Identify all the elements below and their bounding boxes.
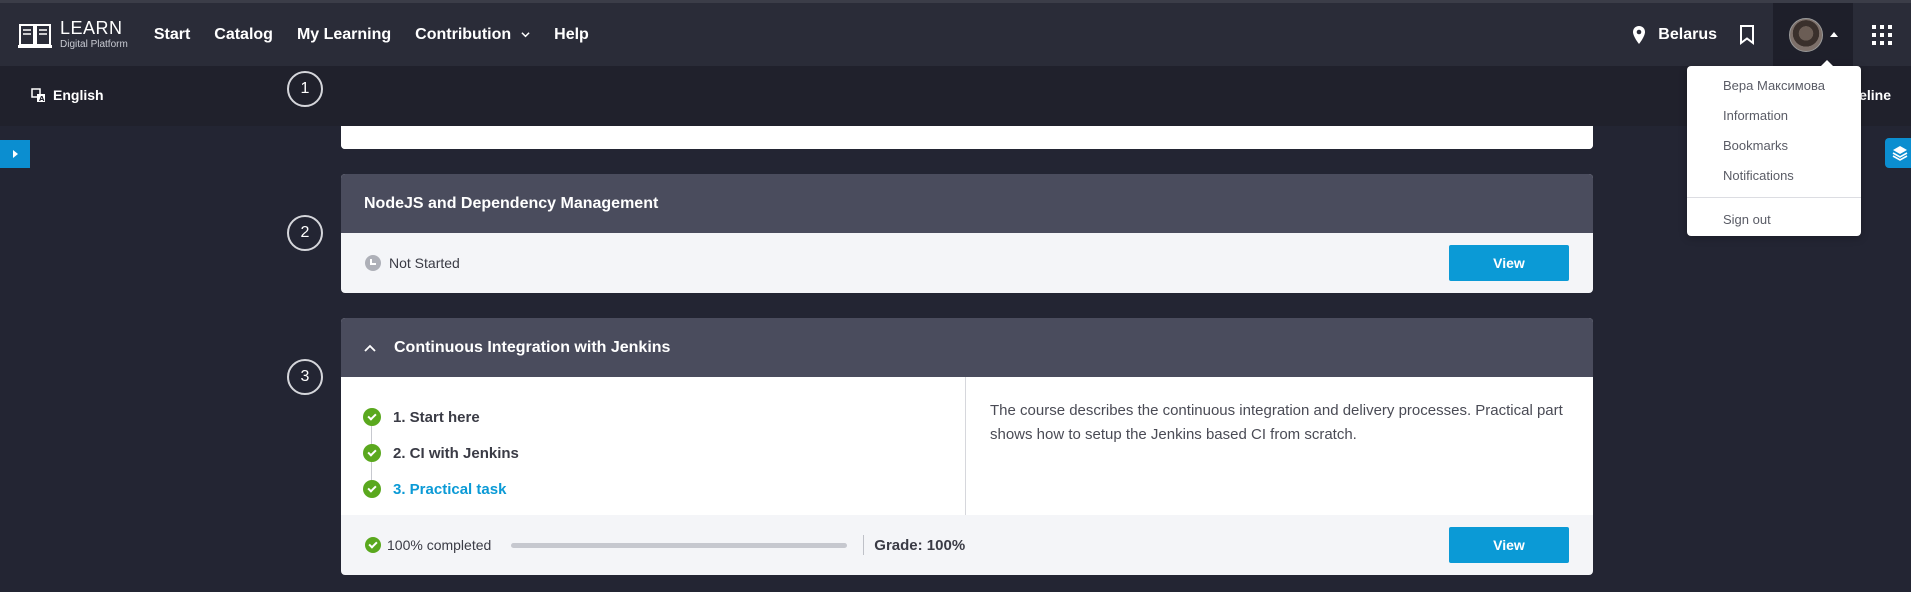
nav-contribution-label: Contribution: [415, 25, 512, 43]
chevron-right-icon: [12, 150, 18, 158]
module-header[interactable]: NodeJS and Dependency Management: [341, 174, 1593, 233]
view-button[interactable]: View: [1449, 245, 1569, 281]
module-description: The course describes the continuous inte…: [990, 402, 1563, 443]
menu-item-notifications[interactable]: Notifications: [1687, 161, 1861, 191]
check-circle-icon: [363, 444, 381, 462]
module-title: Continuous Integration with Jenkins: [394, 338, 671, 356]
module-footer: Not Started View: [341, 233, 1593, 293]
menu-item-bookmarks[interactable]: Bookmarks: [1687, 131, 1861, 161]
layers-panel-button[interactable]: [1885, 138, 1911, 168]
step-1: 1: [287, 71, 323, 107]
check-circle-icon: [363, 408, 381, 426]
location-pin-icon: [1633, 25, 1646, 44]
lesson-item[interactable]: 2. CI with Jenkins: [363, 435, 965, 471]
main-nav: Start Catalog My Learning Contribution H…: [154, 26, 613, 44]
step-3: 3: [287, 359, 323, 395]
user-name: Вера Максимова: [1723, 78, 1825, 93]
language-selector[interactable]: A English: [31, 87, 104, 103]
nav-my-learning[interactable]: My Learning: [297, 26, 391, 44]
completion-text: 100% completed: [387, 537, 492, 553]
module-header[interactable]: Continuous Integration with Jenkins: [341, 318, 1593, 377]
module-status: Not Started: [389, 255, 460, 271]
location-label: Belarus: [1658, 25, 1717, 43]
view-button[interactable]: View: [1449, 527, 1569, 563]
menu-item-information[interactable]: Information: [1687, 101, 1861, 131]
clock-icon: [365, 255, 381, 271]
chevron-up-icon[interactable]: [364, 344, 376, 352]
bookmark-icon[interactable]: [1739, 24, 1755, 45]
nav-help[interactable]: Help: [554, 26, 589, 44]
nav-start[interactable]: Start: [154, 26, 190, 44]
logo-subtitle: Digital Platform: [60, 39, 128, 50]
location-selector[interactable]: Belarus: [1632, 25, 1717, 44]
user-dropdown-menu: Вера Максимова Information Bookmarks Not…: [1687, 60, 1861, 236]
lesson-item[interactable]: 1. Start here: [363, 399, 965, 435]
avatar: [1788, 17, 1823, 52]
progress-fill: [511, 542, 848, 548]
nav-catalog-label: Catalog: [214, 25, 273, 43]
translate-icon: A: [31, 87, 45, 103]
top-navigation-bar: LEARN Digital Platform Start Catalog My …: [0, 0, 1911, 66]
step-2: 2: [287, 215, 323, 251]
module-title: NodeJS and Dependency Management: [364, 194, 659, 212]
logo[interactable]: LEARN Digital Platform: [18, 19, 128, 50]
timeline-link[interactable]: eline: [1859, 87, 1891, 103]
grade-text: Grade: 100%: [874, 536, 966, 554]
nav-start-label: Start: [153, 25, 191, 43]
lesson-item-active[interactable]: 3. Practical task: [363, 471, 965, 507]
language-label: English: [53, 87, 104, 103]
apps-launcher[interactable]: [1853, 3, 1911, 66]
book-icon: [18, 23, 52, 48]
module-card-3: Continuous Integration with Jenkins 1. S…: [341, 318, 1593, 575]
user-menu-toggle[interactable]: [1773, 3, 1853, 66]
chevron-down-icon: [521, 32, 530, 38]
logo-title: LEARN: [60, 18, 123, 38]
menu-divider: [1687, 197, 1861, 198]
svg-text:A: A: [39, 95, 45, 103]
nav-my-learning-label: My Learning: [296, 25, 392, 43]
grid-icon: [1872, 24, 1892, 45]
secondary-bar: A English eline: [0, 66, 1911, 126]
expand-sidebar-button[interactable]: [0, 140, 30, 168]
module-card-2: NodeJS and Dependency Management Not Sta…: [341, 174, 1593, 293]
check-circle-icon: [365, 537, 381, 553]
nav-contribution[interactable]: Contribution: [415, 26, 530, 44]
lesson-label: 1. Start here: [393, 408, 480, 426]
sign-out-link[interactable]: Sign out: [1687, 205, 1861, 235]
lesson-list: 1. Start here 2. CI with Jenkins 3. Prac…: [341, 377, 966, 515]
check-circle-icon: [363, 480, 381, 498]
lesson-label: 2. CI with Jenkins: [393, 444, 519, 462]
progress-bar: [511, 542, 848, 548]
caret-up-icon: [1829, 32, 1838, 37]
module-footer: 100% completed Grade: 100% View: [341, 515, 1593, 575]
nav-help-label: Help: [554, 25, 589, 43]
lesson-label: 3. Practical task: [393, 480, 507, 498]
nav-catalog[interactable]: Catalog: [214, 26, 273, 44]
layers-icon: [1892, 146, 1908, 161]
